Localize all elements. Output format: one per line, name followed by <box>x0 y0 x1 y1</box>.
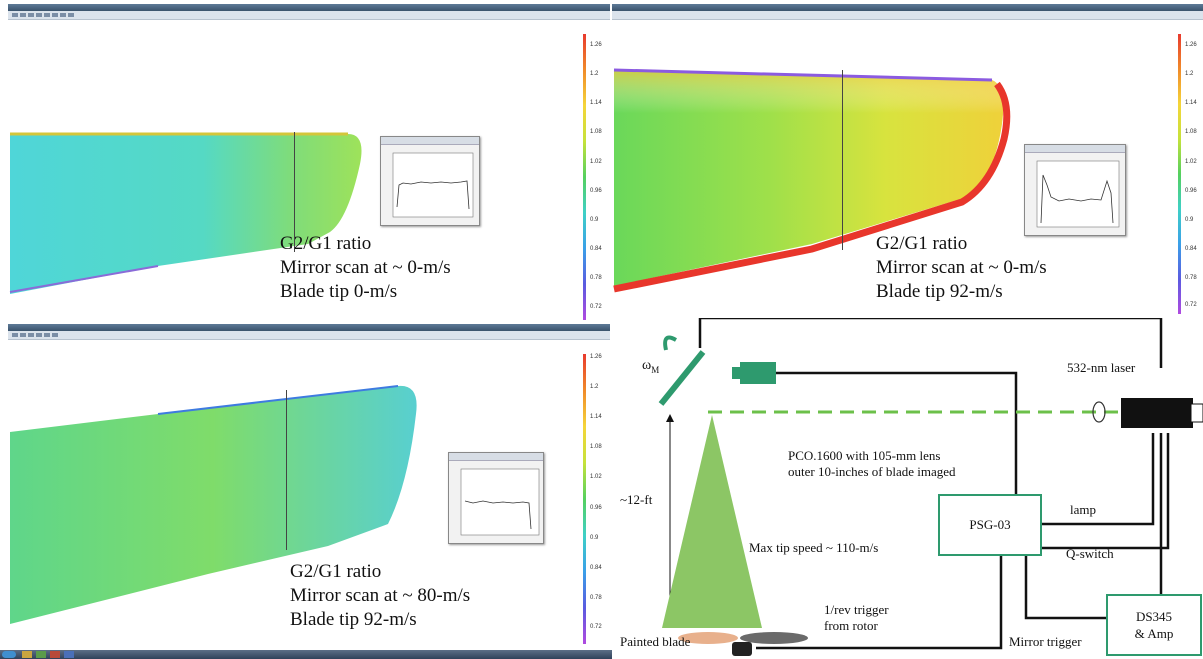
profile-plot-window[interactable] <box>448 452 544 544</box>
lamp-label: lamp <box>1070 502 1096 517</box>
colorbar-tick: 1.14 <box>590 100 602 106</box>
colorbar-tick: 1.26 <box>590 354 602 360</box>
psg03-label: PSG-03 <box>969 517 1011 532</box>
colorbar-tick: 1.14 <box>1185 100 1197 106</box>
height-label: ~12-ft <box>620 492 653 507</box>
painted-blade-label: Painted blade <box>620 634 691 649</box>
psg03-box: PSG-03 <box>938 494 1042 556</box>
taskbar-app-icon[interactable] <box>50 651 60 658</box>
scan-line <box>842 70 843 250</box>
colorbar-tick: 0.9 <box>590 217 599 223</box>
omega-label: ωM <box>642 358 659 375</box>
window-panel-3: 1.26 1.2 1.14 1.08 1.02 0.96 0.9 0.84 0.… <box>8 324 610 650</box>
trigger-label-line1: 1/rev trigger <box>824 602 889 617</box>
caption-line: Mirror scan at ~ 80-m/s <box>290 585 471 606</box>
window-panel-1: 1.26 1.2 1.14 1.08 1.02 0.96 0.9 0.84 0.… <box>8 4 610 322</box>
caption-line: G2/G1 ratio <box>290 561 382 582</box>
inset-titlebar[interactable] <box>381 137 479 145</box>
inset-titlebar[interactable] <box>449 453 543 461</box>
omega-subscript: M <box>651 364 660 375</box>
colorbar-tick: 1.2 <box>1185 71 1194 77</box>
ds345-label-line2: & Amp <box>1134 626 1174 641</box>
colorbar-tick: 0.84 <box>590 246 602 252</box>
colorbar-tick: 0.84 <box>590 565 602 571</box>
window-panel-2: 1.26 1.2 1.14 1.08 1.02 0.96 0.9 0.84 0.… <box>612 4 1203 318</box>
colorbar-tick: 1.08 <box>590 129 602 135</box>
caption-line: Blade tip 92-m/s <box>290 609 417 630</box>
ds345-box: DS345 & Amp <box>1106 594 1202 656</box>
taskbar-app-icon[interactable] <box>22 651 32 658</box>
colorbar-tick: 0.9 <box>1185 217 1194 223</box>
profile-plot <box>460 468 540 536</box>
colorbar-tick: 0.96 <box>1185 188 1197 194</box>
colorbar-tick: 1.2 <box>590 71 599 77</box>
colorbar-tick: 1.02 <box>590 474 602 480</box>
taskbar-app-icon[interactable] <box>64 651 74 658</box>
colorbar-tick: 1.08 <box>590 444 602 450</box>
mirror-trigger-label: Mirror trigger <box>1009 634 1082 649</box>
ds345-label-line1: DS345 <box>1135 609 1173 624</box>
colorbar-tick: 1.26 <box>1185 42 1197 48</box>
trigger-label-line2: from rotor <box>824 618 878 633</box>
colorbar-tick: 1.2 <box>590 384 599 390</box>
colorbar-tick: 0.78 <box>590 595 602 601</box>
profile-plot-window[interactable] <box>1024 144 1126 236</box>
colorbar-tick: 0.78 <box>1185 275 1197 281</box>
caption-line: G2/G1 ratio <box>280 233 372 254</box>
colorbar-tick: 1.02 <box>1185 159 1197 165</box>
panel-caption: G2/G1 ratio Mirror scan at ~ 0-m/s Blade… <box>280 232 451 304</box>
caption-line: G2/G1 ratio <box>876 233 968 254</box>
colorbar-tick: 0.9 <box>590 535 599 541</box>
profile-plot-window[interactable] <box>380 136 480 226</box>
colorbar-tick: 0.84 <box>1185 246 1197 252</box>
caption-line: Blade tip 0-m/s <box>280 281 398 302</box>
inset-titlebar[interactable] <box>1025 145 1125 153</box>
caption-line: Mirror scan at ~ 0-m/s <box>280 257 451 278</box>
colorbar-tick: 1.26 <box>590 42 602 48</box>
profile-plot <box>1036 160 1120 228</box>
scan-line <box>286 390 287 550</box>
qswitch-label: Q-switch <box>1066 546 1114 561</box>
colorbar <box>1178 34 1181 314</box>
colorbar-tick: 0.78 <box>590 275 602 281</box>
omega-symbol: ω <box>642 358 652 373</box>
camera-label-line1: PCO.1600 with 105-mm lens <box>788 448 941 463</box>
laser-label: 532-nm laser <box>1067 360 1136 375</box>
colorbar-tick: 1.08 <box>1185 129 1197 135</box>
panel-caption: G2/G1 ratio Mirror scan at ~ 0-m/s Blade… <box>876 232 1047 304</box>
colorbar-tick: 0.96 <box>590 188 602 194</box>
start-button[interactable] <box>2 651 16 658</box>
colorbar <box>583 354 586 644</box>
colorbar-tick: 1.14 <box>590 414 602 420</box>
caption-line: Mirror scan at ~ 0-m/s <box>876 257 1047 278</box>
taskbar <box>0 650 612 659</box>
colorbar-tick: 0.72 <box>1185 302 1197 308</box>
colorbar <box>583 34 586 320</box>
colorbar-tick: 0.72 <box>590 304 602 310</box>
camera-label-line2: outer 10-inches of blade imaged <box>788 464 956 479</box>
colorbar-tick: 0.72 <box>590 624 602 630</box>
profile-plot <box>392 152 474 218</box>
colorbar-tick: 0.96 <box>590 505 602 511</box>
tip-speed-label: Max tip speed ~ 110-m/s <box>749 540 879 555</box>
colorbar-tick: 1.02 <box>590 159 602 165</box>
taskbar-app-icon[interactable] <box>36 651 46 658</box>
panel-caption: G2/G1 ratio Mirror scan at ~ 80-m/s Blad… <box>290 560 470 632</box>
experiment-schematic: ωM 532-nm laser PCO.1600 with 105-mm len… <box>616 318 1203 659</box>
caption-line: Blade tip 92-m/s <box>876 281 1003 302</box>
